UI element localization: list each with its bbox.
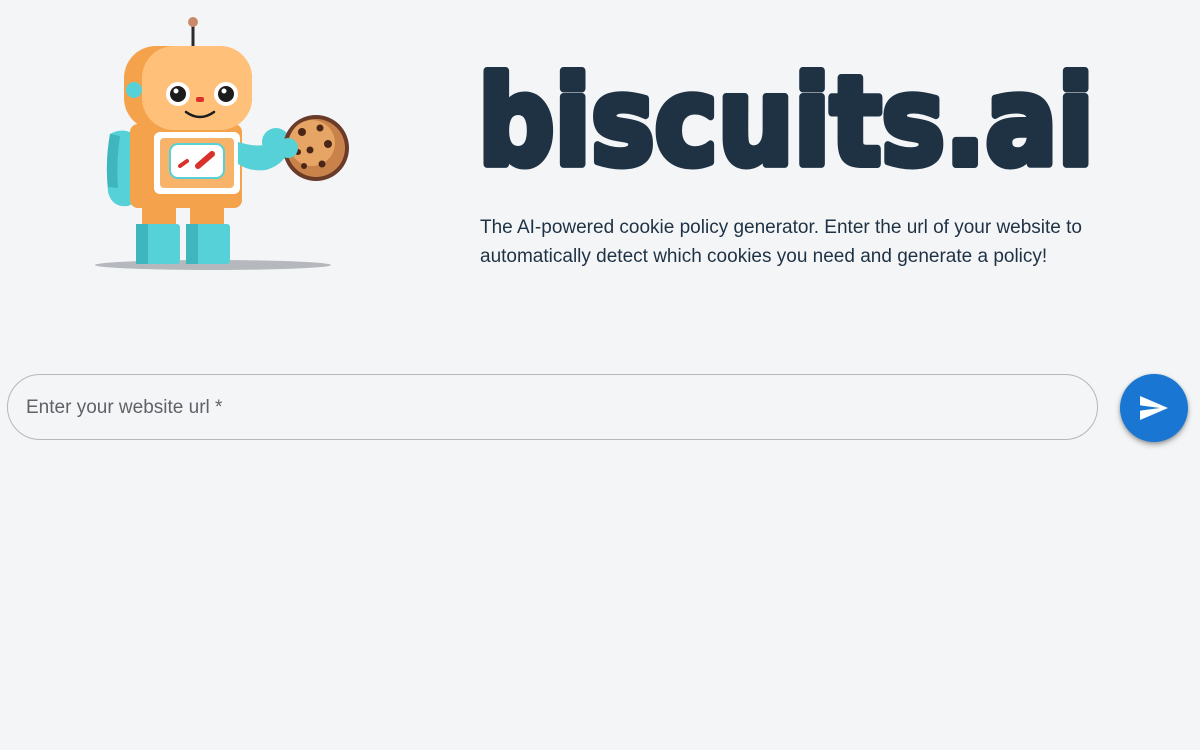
url-field[interactable] — [7, 374, 1098, 441]
robot-mascot-icon — [95, 17, 349, 270]
tagline: The AI-powered cookie policy generator. … — [480, 217, 1082, 267]
logo-text: biscuits.ai — [478, 51, 1094, 188]
send-icon — [1140, 396, 1168, 420]
biscuits-logo: biscuits.ai — [478, 48, 1098, 188]
submit-button[interactable] — [1120, 374, 1188, 442]
landing-page: biscuits.ai The AI-powered cookie policy… — [0, 0, 1200, 750]
url-input[interactable] — [24, 375, 1081, 441]
